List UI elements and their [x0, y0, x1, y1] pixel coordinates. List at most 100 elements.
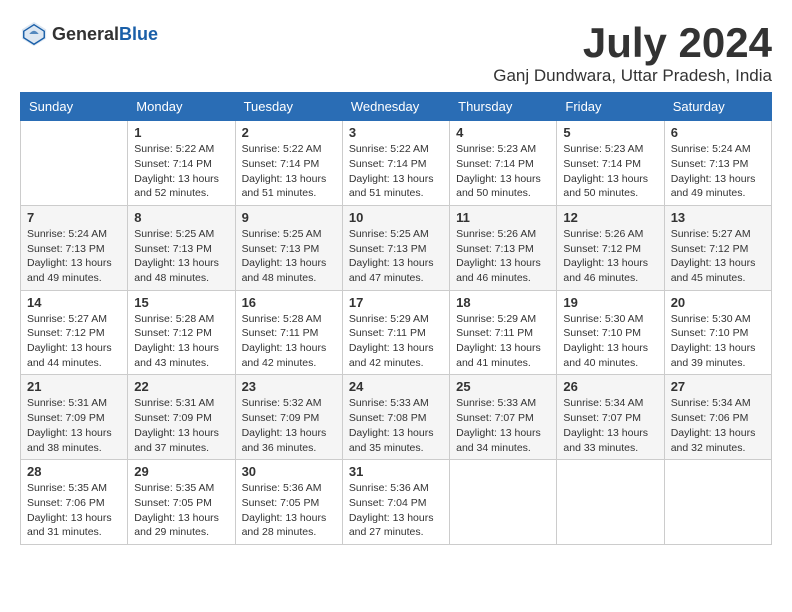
- cell-daylight: Daylight: 13 hours and 50 minutes.: [563, 172, 657, 201]
- cell-sun-info: Sunrise: 5:36 AM Sunset: 7:05 PM Dayligh…: [242, 481, 336, 540]
- cell-sunrise: Sunrise: 5:34 AM: [671, 396, 765, 411]
- cell-daylight: Daylight: 13 hours and 42 minutes.: [349, 341, 443, 370]
- cell-sunrise: Sunrise: 5:25 AM: [349, 227, 443, 242]
- cell-date-number: 15: [134, 295, 228, 310]
- cell-sunset: Sunset: 7:06 PM: [27, 496, 121, 511]
- cell-sun-info: Sunrise: 5:28 AM Sunset: 7:11 PM Dayligh…: [242, 312, 336, 371]
- calendar-cell: [450, 460, 557, 545]
- logo-text: GeneralBlue: [52, 24, 158, 45]
- location-subtitle: Ganj Dundwara, Uttar Pradesh, India: [493, 66, 772, 86]
- cell-sun-info: Sunrise: 5:26 AM Sunset: 7:12 PM Dayligh…: [563, 227, 657, 286]
- cell-sun-info: Sunrise: 5:31 AM Sunset: 7:09 PM Dayligh…: [134, 396, 228, 455]
- cell-date-number: 9: [242, 210, 336, 225]
- cell-sunrise: Sunrise: 5:33 AM: [349, 396, 443, 411]
- calendar-body: 1 Sunrise: 5:22 AM Sunset: 7:14 PM Dayli…: [21, 121, 772, 545]
- cell-sunrise: Sunrise: 5:25 AM: [242, 227, 336, 242]
- cell-daylight: Daylight: 13 hours and 34 minutes.: [456, 426, 550, 455]
- cell-sun-info: Sunrise: 5:28 AM Sunset: 7:12 PM Dayligh…: [134, 312, 228, 371]
- cell-sunset: Sunset: 7:13 PM: [349, 242, 443, 257]
- logo-blue: Blue: [119, 24, 158, 44]
- cell-date-number: 11: [456, 210, 550, 225]
- cell-sunrise: Sunrise: 5:25 AM: [134, 227, 228, 242]
- cell-date-number: 5: [563, 125, 657, 140]
- cell-sunset: Sunset: 7:09 PM: [27, 411, 121, 426]
- calendar-cell: 7 Sunrise: 5:24 AM Sunset: 7:13 PM Dayli…: [21, 205, 128, 290]
- cell-daylight: Daylight: 13 hours and 33 minutes.: [563, 426, 657, 455]
- weekday-header-friday: Friday: [557, 93, 664, 121]
- cell-sunrise: Sunrise: 5:27 AM: [27, 312, 121, 327]
- cell-date-number: 18: [456, 295, 550, 310]
- calendar-cell: 10 Sunrise: 5:25 AM Sunset: 7:13 PM Dayl…: [342, 205, 449, 290]
- calendar-cell: 13 Sunrise: 5:27 AM Sunset: 7:12 PM Dayl…: [664, 205, 771, 290]
- calendar-cell: 2 Sunrise: 5:22 AM Sunset: 7:14 PM Dayli…: [235, 121, 342, 206]
- cell-daylight: Daylight: 13 hours and 31 minutes.: [27, 511, 121, 540]
- cell-daylight: Daylight: 13 hours and 47 minutes.: [349, 256, 443, 285]
- cell-sunset: Sunset: 7:11 PM: [456, 326, 550, 341]
- cell-sunrise: Sunrise: 5:33 AM: [456, 396, 550, 411]
- calendar-cell: 5 Sunrise: 5:23 AM Sunset: 7:14 PM Dayli…: [557, 121, 664, 206]
- cell-date-number: 6: [671, 125, 765, 140]
- calendar-cell: [21, 121, 128, 206]
- cell-sunrise: Sunrise: 5:24 AM: [671, 142, 765, 157]
- cell-sunrise: Sunrise: 5:22 AM: [134, 142, 228, 157]
- cell-sunset: Sunset: 7:07 PM: [563, 411, 657, 426]
- cell-daylight: Daylight: 13 hours and 32 minutes.: [671, 426, 765, 455]
- calendar-cell: 1 Sunrise: 5:22 AM Sunset: 7:14 PM Dayli…: [128, 121, 235, 206]
- calendar-cell: 23 Sunrise: 5:32 AM Sunset: 7:09 PM Dayl…: [235, 375, 342, 460]
- cell-sunset: Sunset: 7:13 PM: [134, 242, 228, 257]
- weekday-header-sunday: Sunday: [21, 93, 128, 121]
- cell-date-number: 25: [456, 379, 550, 394]
- calendar-week-row: 1 Sunrise: 5:22 AM Sunset: 7:14 PM Dayli…: [21, 121, 772, 206]
- cell-sunset: Sunset: 7:07 PM: [456, 411, 550, 426]
- cell-daylight: Daylight: 13 hours and 27 minutes.: [349, 511, 443, 540]
- cell-date-number: 26: [563, 379, 657, 394]
- cell-sunset: Sunset: 7:04 PM: [349, 496, 443, 511]
- cell-daylight: Daylight: 13 hours and 43 minutes.: [134, 341, 228, 370]
- cell-date-number: 16: [242, 295, 336, 310]
- cell-daylight: Daylight: 13 hours and 29 minutes.: [134, 511, 228, 540]
- cell-daylight: Daylight: 13 hours and 48 minutes.: [242, 256, 336, 285]
- calendar-cell: 20 Sunrise: 5:30 AM Sunset: 7:10 PM Dayl…: [664, 290, 771, 375]
- calendar-cell: 11 Sunrise: 5:26 AM Sunset: 7:13 PM Dayl…: [450, 205, 557, 290]
- cell-sunset: Sunset: 7:10 PM: [563, 326, 657, 341]
- cell-sunrise: Sunrise: 5:32 AM: [242, 396, 336, 411]
- cell-date-number: 13: [671, 210, 765, 225]
- cell-daylight: Daylight: 13 hours and 37 minutes.: [134, 426, 228, 455]
- cell-sunrise: Sunrise: 5:29 AM: [349, 312, 443, 327]
- calendar-cell: 14 Sunrise: 5:27 AM Sunset: 7:12 PM Dayl…: [21, 290, 128, 375]
- cell-sunrise: Sunrise: 5:24 AM: [27, 227, 121, 242]
- cell-sunset: Sunset: 7:13 PM: [242, 242, 336, 257]
- logo-general: General: [52, 24, 119, 44]
- cell-sunrise: Sunrise: 5:31 AM: [134, 396, 228, 411]
- cell-sun-info: Sunrise: 5:25 AM Sunset: 7:13 PM Dayligh…: [349, 227, 443, 286]
- cell-sunset: Sunset: 7:06 PM: [671, 411, 765, 426]
- calendar-cell: 12 Sunrise: 5:26 AM Sunset: 7:12 PM Dayl…: [557, 205, 664, 290]
- calendar-cell: [557, 460, 664, 545]
- cell-date-number: 10: [349, 210, 443, 225]
- cell-date-number: 4: [456, 125, 550, 140]
- calendar-week-row: 14 Sunrise: 5:27 AM Sunset: 7:12 PM Dayl…: [21, 290, 772, 375]
- cell-sunset: Sunset: 7:11 PM: [349, 326, 443, 341]
- cell-daylight: Daylight: 13 hours and 46 minutes.: [456, 256, 550, 285]
- calendar-cell: 4 Sunrise: 5:23 AM Sunset: 7:14 PM Dayli…: [450, 121, 557, 206]
- weekday-header-wednesday: Wednesday: [342, 93, 449, 121]
- cell-sunrise: Sunrise: 5:26 AM: [456, 227, 550, 242]
- cell-sunset: Sunset: 7:08 PM: [349, 411, 443, 426]
- cell-daylight: Daylight: 13 hours and 48 minutes.: [134, 256, 228, 285]
- cell-sunset: Sunset: 7:09 PM: [134, 411, 228, 426]
- cell-date-number: 22: [134, 379, 228, 394]
- calendar-cell: 9 Sunrise: 5:25 AM Sunset: 7:13 PM Dayli…: [235, 205, 342, 290]
- cell-sunset: Sunset: 7:05 PM: [242, 496, 336, 511]
- cell-daylight: Daylight: 13 hours and 42 minutes.: [242, 341, 336, 370]
- calendar-cell: 18 Sunrise: 5:29 AM Sunset: 7:11 PM Dayl…: [450, 290, 557, 375]
- cell-date-number: 30: [242, 464, 336, 479]
- logo: GeneralBlue: [20, 20, 158, 48]
- cell-daylight: Daylight: 13 hours and 51 minutes.: [349, 172, 443, 201]
- cell-sunset: Sunset: 7:13 PM: [456, 242, 550, 257]
- cell-date-number: 29: [134, 464, 228, 479]
- cell-date-number: 19: [563, 295, 657, 310]
- cell-sun-info: Sunrise: 5:31 AM Sunset: 7:09 PM Dayligh…: [27, 396, 121, 455]
- weekday-header-saturday: Saturday: [664, 93, 771, 121]
- cell-sun-info: Sunrise: 5:25 AM Sunset: 7:13 PM Dayligh…: [134, 227, 228, 286]
- cell-sun-info: Sunrise: 5:29 AM Sunset: 7:11 PM Dayligh…: [456, 312, 550, 371]
